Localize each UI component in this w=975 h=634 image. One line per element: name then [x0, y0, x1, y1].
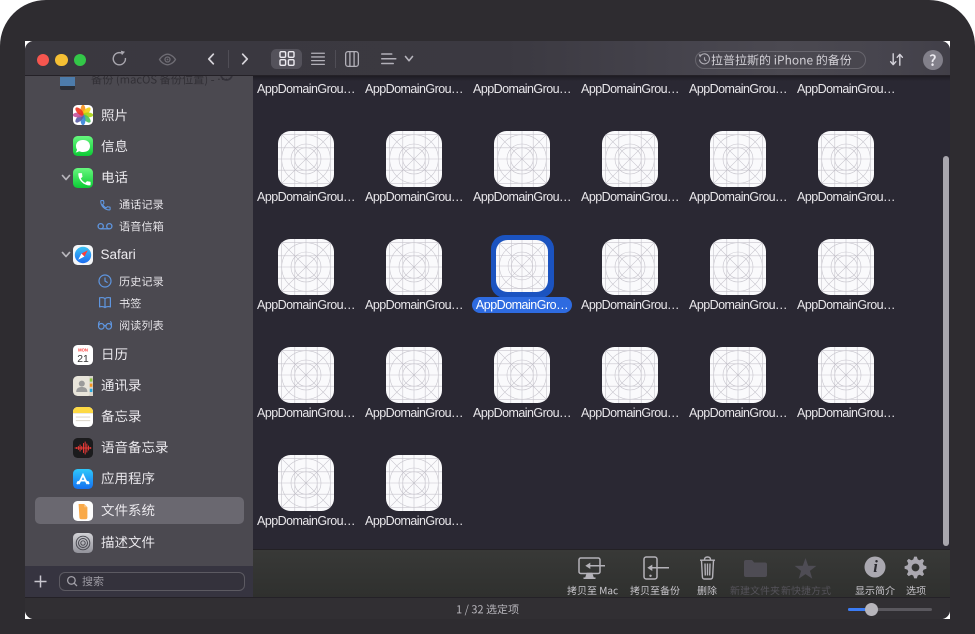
svg-text:i: i: [873, 557, 878, 576]
svg-text:21: 21: [77, 354, 89, 365]
svg-text:MON: MON: [78, 347, 88, 352]
